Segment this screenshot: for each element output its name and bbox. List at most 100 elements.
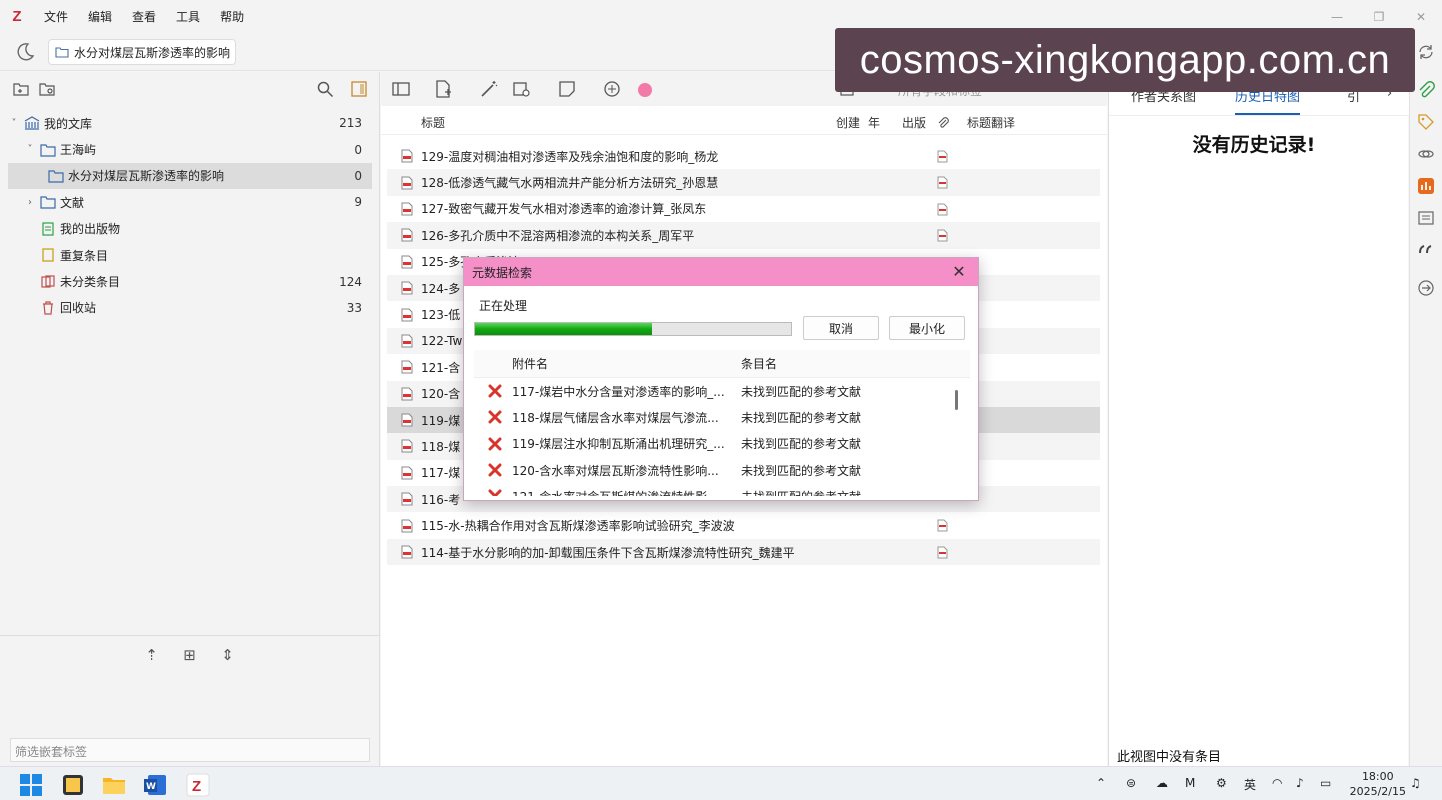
table-row[interactable]: 121-含水率对含瓦斯煤的渗流特性影... 未找到匹配的参考文献	[474, 483, 970, 496]
pdf-attachment-icon[interactable]	[937, 176, 948, 189]
tray-m-icon[interactable]: M	[1185, 776, 1195, 790]
column-year[interactable]: 年	[868, 114, 880, 131]
sticky-notes-icon[interactable]	[60, 772, 86, 798]
windows-start-icon[interactable]	[18, 772, 44, 798]
pdf-attachment-icon[interactable]	[937, 546, 948, 559]
pdf-icon	[401, 281, 413, 295]
tree-item-count: 0	[354, 168, 362, 183]
tree-item-label: 水分对煤层瓦斯渗透率的影响	[68, 169, 225, 184]
word-icon[interactable]: W	[142, 772, 168, 798]
new-note-icon[interactable]	[557, 79, 577, 99]
column-title-translation[interactable]: 标题翻译	[967, 114, 1015, 131]
notification-bell-icon[interactable]: ♫	[1410, 776, 1421, 790]
item-title: 117-煤	[421, 466, 461, 481]
table-row[interactable]: 115-水-热耦合作用对含瓦斯煤渗透率影响试验研究_李波波	[387, 512, 1100, 538]
pdf-icon	[401, 387, 413, 401]
tree-item-wang-haiyu[interactable]: ˅ 王海屿 0	[0, 136, 380, 162]
menu-help[interactable]: 帮助	[210, 8, 254, 25]
column-publisher[interactable]: 出版	[902, 114, 926, 131]
pink-plugin-icon[interactable]	[635, 79, 655, 99]
menu-file[interactable]: 文件	[34, 8, 78, 25]
tree-item-unfiled[interactable]: 未分类条目 124	[0, 268, 380, 294]
table-row[interactable]: 119-煤层注水抑制瓦斯涌出机理研究_... 未找到匹配的参考文献	[474, 431, 970, 457]
tree-item-duplicates[interactable]: 重复条目	[0, 242, 380, 268]
new-saved-search-icon[interactable]	[38, 80, 56, 98]
tree-item-selected-collection[interactable]: 水分对煤层瓦斯渗透率的影响 0	[8, 162, 372, 190]
taskbar: W Z ⌃ ⊜ ☁ M ⚙ 英 ◠ ♪ ▭ 18:00 2025/2/15 ♫	[0, 766, 1442, 800]
moon-icon[interactable]	[14, 41, 36, 63]
close-icon[interactable]: ✕	[948, 261, 970, 283]
related-icon[interactable]	[1417, 145, 1435, 163]
table-row[interactable]: 129-温度对稠油相对渗透率及残余油饱和度的影响_杨龙	[387, 143, 1100, 169]
abstract-icon[interactable]	[1417, 209, 1435, 227]
new-item-icon[interactable]	[433, 79, 453, 99]
volume-icon[interactable]: ♪	[1296, 776, 1304, 790]
tray-settings-icon[interactable]: ⚙	[1216, 776, 1227, 790]
pdf-attachment-icon[interactable]	[937, 150, 948, 163]
zotero-taskbar-icon[interactable]: Z	[185, 772, 211, 798]
tree-item-my-library[interactable]: ˅ 我的文库 213	[0, 110, 380, 136]
menu-edit[interactable]: 编辑	[78, 8, 122, 25]
tree-item-trash[interactable]: 回收站 33	[0, 295, 380, 321]
table-row[interactable]: 114-基于水分影响的加-卸载围压条件下含瓦斯煤渗流特性研究_魏建平	[387, 538, 1100, 566]
chevron-up-icon[interactable]: ⌃	[1096, 776, 1106, 790]
tree-item-my-publications[interactable]: 我的出版物	[0, 216, 380, 242]
column-creator[interactable]: 创建	[836, 114, 860, 131]
sort-icon[interactable]: ⇡	[144, 647, 160, 663]
wifi-icon[interactable]: ◠	[1272, 776, 1282, 790]
table-row[interactable]: 117-煤岩中水分含量对渗透率的影响_... 未找到匹配的参考文献	[474, 378, 970, 404]
table-row[interactable]: 118-煤层气储层含水率对煤层气渗流... 未找到匹配的参考文献	[474, 404, 970, 430]
table-row[interactable]: 120-含水率对煤层瓦斯渗流特性影响... 未找到匹配的参考文献	[474, 457, 970, 483]
search-icon[interactable]	[316, 80, 334, 98]
twisty[interactable]: ›	[24, 197, 36, 208]
pdf-icon	[401, 360, 413, 374]
add-attachment-icon[interactable]	[511, 79, 531, 99]
library-icon	[24, 116, 40, 130]
menu-view[interactable]: 查看	[122, 8, 166, 25]
locate-arrow-icon[interactable]	[1417, 279, 1435, 297]
sync-icon[interactable]	[1417, 43, 1435, 61]
table-row[interactable]: 128-低渗透气藏气水两相流井产能分析方法研究_孙恩慧	[387, 169, 1100, 196]
twisty[interactable]: ˅	[24, 144, 36, 155]
expand-collapse-icon[interactable]: ⇕	[220, 647, 236, 663]
attachment-icon[interactable]	[1417, 81, 1435, 99]
tag-filter-input[interactable]: 筛选嵌套标签	[10, 738, 370, 762]
pdf-attachment-icon[interactable]	[937, 203, 948, 216]
item-title: 114-基于水分影响的加-卸载围压条件下含瓦斯煤渗流特性研究_魏建平	[421, 545, 795, 560]
battery-icon[interactable]: ▭	[1320, 776, 1331, 790]
folder-icon	[40, 143, 56, 157]
menu-tools[interactable]: 工具	[166, 8, 210, 25]
quote-icon[interactable]	[1417, 241, 1435, 259]
new-collection-icon[interactable]	[12, 80, 30, 98]
twisty[interactable]: ˅	[8, 118, 20, 129]
minimize-button[interactable]: 最小化	[889, 316, 965, 340]
ime-indicator[interactable]: 英	[1244, 776, 1256, 793]
tray-app-icon[interactable]: ⊜	[1126, 776, 1136, 790]
cloud-icon[interactable]: ☁	[1156, 776, 1168, 790]
chart-icon[interactable]	[1417, 177, 1435, 195]
column-item-name[interactable]: 条目名	[741, 355, 777, 372]
file-explorer-icon[interactable]	[101, 772, 127, 798]
tree-item-count: 33	[346, 300, 362, 315]
clock[interactable]: 18:00 2025/2/15	[1350, 769, 1406, 799]
magic-wand-icon[interactable]	[479, 79, 499, 99]
item-title: 126-多孔介质中不混溶两相渗流的本构关系_周军平	[421, 228, 695, 243]
toggle-pane-icon[interactable]	[350, 80, 368, 98]
sidebar-toggle-icon[interactable]	[391, 79, 411, 99]
tab-collection[interactable]: 水分对煤层瓦斯渗透率的影响	[48, 39, 236, 65]
watermark: cosmos-xingkongapp.com.cn	[835, 28, 1415, 92]
tag-icon[interactable]	[1417, 113, 1435, 131]
column-title[interactable]: 标题	[421, 114, 445, 131]
item-title: 127-致密气藏开发气水相对渗透率的逾渗计算_张凤东	[421, 202, 707, 217]
column-attachment-name[interactable]: 附件名	[512, 355, 548, 372]
cancel-button[interactable]: 取消	[803, 316, 879, 340]
tree-view-icon[interactable]: ⊞	[182, 647, 198, 663]
attachment-column-icon[interactable]	[937, 116, 949, 130]
ai-assistant-icon[interactable]	[602, 79, 622, 99]
pdf-icon	[401, 255, 413, 269]
table-row[interactable]: 127-致密气藏开发气水相对渗透率的逾渗计算_张凤东	[387, 196, 1100, 222]
tree-item-literature[interactable]: › 文献 9	[0, 189, 380, 215]
pdf-attachment-icon[interactable]	[937, 519, 948, 532]
table-row[interactable]: 126-多孔介质中不混溶两相渗流的本构关系_周军平	[387, 222, 1100, 249]
pdf-attachment-icon[interactable]	[937, 229, 948, 242]
